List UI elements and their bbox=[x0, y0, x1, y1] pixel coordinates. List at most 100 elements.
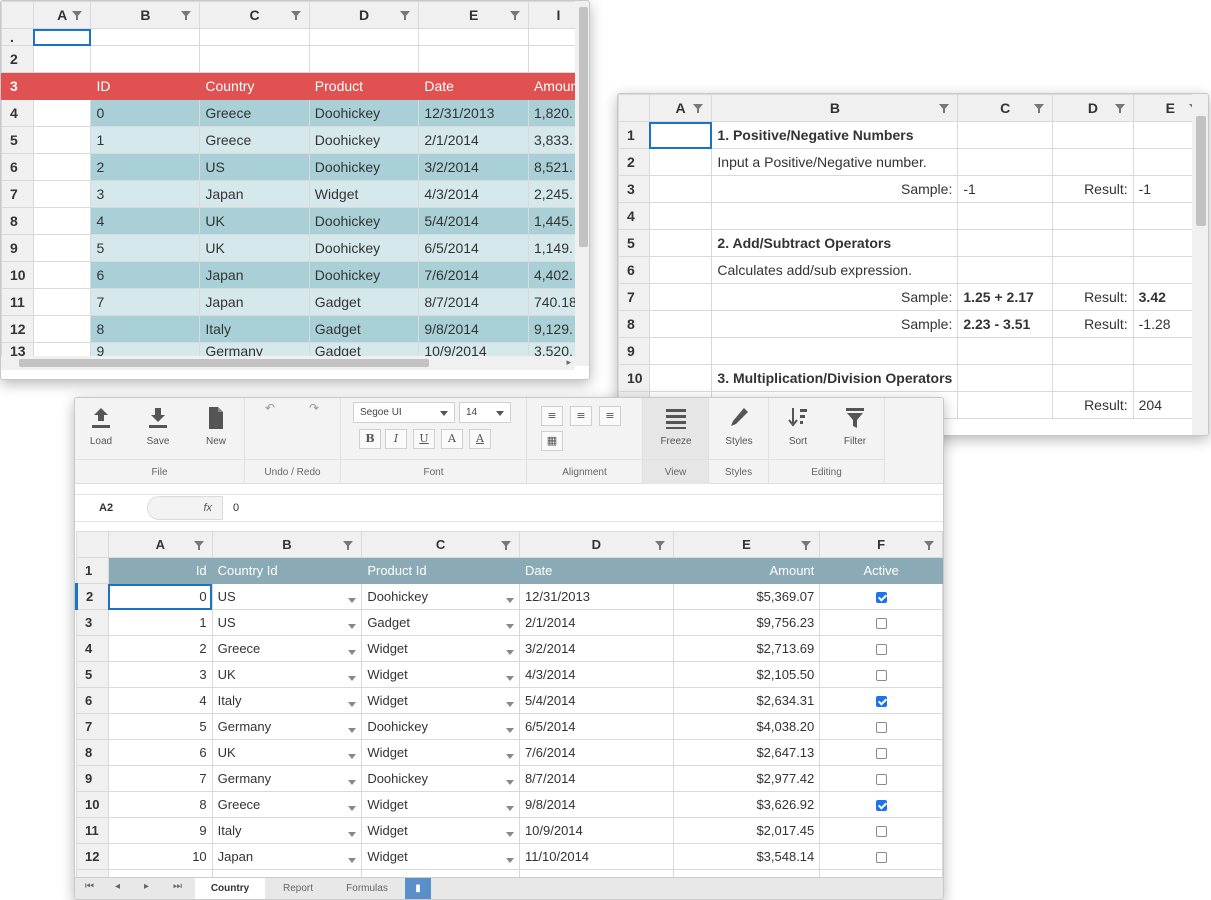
cell[interactable] bbox=[32, 288, 92, 316]
cell-product-dropdown[interactable]: Widget bbox=[361, 843, 520, 870]
cell[interactable]: Doohickey bbox=[308, 207, 420, 235]
cell[interactable]: 7/6/2014 bbox=[418, 261, 529, 289]
active-checkbox[interactable] bbox=[875, 826, 887, 838]
cell[interactable]: Japan bbox=[199, 288, 310, 316]
chevron-down-icon[interactable] bbox=[505, 624, 514, 629]
active-checkbox[interactable] bbox=[875, 670, 887, 682]
italic-button[interactable]: I bbox=[385, 429, 407, 449]
column-header[interactable]: D bbox=[518, 531, 674, 558]
cell-date[interactable]: 7/6/2014 bbox=[518, 739, 674, 766]
active-checkbox[interactable] bbox=[875, 800, 887, 812]
chevron-down-icon[interactable] bbox=[505, 676, 514, 681]
cell-amount[interactable]: $9,756.23 bbox=[672, 609, 821, 636]
active-checkbox[interactable] bbox=[875, 644, 887, 656]
row-header[interactable]: 8 bbox=[1, 207, 34, 235]
row-header[interactable]: 9 bbox=[76, 765, 109, 792]
cell[interactable] bbox=[957, 364, 1054, 392]
cell-country-dropdown[interactable]: Germany bbox=[211, 765, 363, 792]
cell[interactable]: 8/7/2014 bbox=[418, 288, 529, 316]
row-header[interactable]: 12 bbox=[76, 843, 109, 870]
row-header[interactable]: 4 bbox=[76, 635, 109, 662]
cell[interactable]: 8 bbox=[90, 315, 201, 343]
font-name-select[interactable]: Segoe UI bbox=[353, 402, 455, 423]
cell[interactable] bbox=[32, 28, 92, 46]
table-column-header[interactable]: Country Id bbox=[211, 557, 363, 584]
row-header[interactable]: 2 bbox=[1, 45, 34, 73]
cell[interactable] bbox=[648, 337, 713, 365]
cell[interactable]: Gadget bbox=[308, 288, 420, 316]
tab-report[interactable]: Report bbox=[265, 878, 331, 899]
chevron-down-icon[interactable] bbox=[348, 702, 357, 707]
active-checkbox[interactable] bbox=[875, 774, 887, 786]
cell-date[interactable]: 12/31/2013 bbox=[518, 583, 674, 610]
cell-country-dropdown[interactable]: US bbox=[211, 609, 363, 636]
cell-product-dropdown[interactable]: Doohickey bbox=[361, 713, 520, 740]
cell-reference[interactable]: A2 bbox=[75, 495, 147, 521]
cell[interactable]: Greece bbox=[199, 99, 310, 127]
cell[interactable] bbox=[957, 229, 1054, 257]
row-header[interactable]: 4 bbox=[618, 202, 650, 230]
chevron-down-icon[interactable] bbox=[505, 650, 514, 655]
underline-button[interactable]: U bbox=[413, 429, 435, 449]
chevron-down-icon[interactable] bbox=[505, 728, 514, 733]
cell[interactable]: 5/4/2014 bbox=[418, 207, 529, 235]
horizontal-scrollbar[interactable]: ▸ bbox=[1, 356, 575, 370]
table-column-header[interactable]: Id bbox=[107, 557, 213, 584]
column-header[interactable]: F bbox=[819, 531, 943, 558]
column-header[interactable]: B bbox=[90, 1, 201, 29]
row-header[interactable]: 10 bbox=[1, 261, 34, 289]
cell[interactable] bbox=[418, 45, 529, 73]
cell-id[interactable]: 7 bbox=[107, 765, 213, 792]
row-header[interactable]: 7 bbox=[76, 713, 109, 740]
cell-amount[interactable]: $2,017.45 bbox=[672, 817, 821, 844]
vertical-scrollbar[interactable] bbox=[1192, 94, 1208, 435]
cell[interactable] bbox=[32, 99, 92, 127]
row-header[interactable]: 9 bbox=[1, 234, 34, 262]
cell[interactable]: 4 bbox=[90, 207, 201, 235]
cell[interactable]: 9/8/2014 bbox=[418, 315, 529, 343]
cell[interactable]: US bbox=[199, 153, 310, 181]
filter-icon[interactable] bbox=[924, 541, 934, 550]
cell[interactable] bbox=[32, 126, 92, 154]
cell-amount[interactable]: $2,105.50 bbox=[672, 661, 821, 688]
cell[interactable]: 3 bbox=[90, 180, 201, 208]
cell-id[interactable]: 2 bbox=[107, 635, 213, 662]
cell[interactable]: 4/3/2014 bbox=[418, 180, 529, 208]
active-checkbox[interactable] bbox=[875, 592, 887, 604]
cell-country-dropdown[interactable]: Italy bbox=[211, 817, 363, 844]
cell-country-dropdown[interactable]: Greece bbox=[211, 635, 363, 662]
cell[interactable]: 2. Add/Subtract Operators bbox=[711, 229, 959, 257]
table-column-header[interactable]: ID bbox=[90, 72, 201, 100]
font-color-button[interactable]: A bbox=[469, 429, 491, 449]
row-header[interactable]: 2 bbox=[618, 148, 650, 176]
new-button[interactable]: New bbox=[194, 406, 238, 447]
cell-country-dropdown[interactable]: US bbox=[211, 583, 363, 610]
cell[interactable]: Japan bbox=[199, 180, 310, 208]
cell[interactable]: 1 bbox=[90, 126, 201, 154]
cell[interactable] bbox=[1052, 121, 1134, 149]
row-header[interactable]: 3 bbox=[618, 175, 650, 203]
filter-icon[interactable] bbox=[193, 541, 204, 550]
cell[interactable]: Sample: bbox=[711, 283, 959, 311]
cell[interactable]: Japan bbox=[199, 261, 310, 289]
chevron-down-icon[interactable] bbox=[505, 598, 514, 603]
cell[interactable] bbox=[1052, 229, 1134, 257]
row-header[interactable]: . bbox=[1, 28, 34, 46]
cell[interactable] bbox=[648, 175, 713, 203]
add-sheet-icon[interactable]: ▮ bbox=[405, 878, 431, 899]
filter-icon[interactable] bbox=[343, 541, 354, 550]
active-checkbox[interactable] bbox=[875, 748, 887, 760]
filter-button[interactable]: Filter bbox=[833, 406, 877, 447]
cell[interactable] bbox=[32, 261, 92, 289]
cell-id[interactable]: 6 bbox=[107, 739, 213, 766]
cell[interactable]: 6 bbox=[90, 261, 201, 289]
column-header[interactable]: D bbox=[308, 1, 420, 29]
cell-country-dropdown[interactable]: Germany bbox=[211, 713, 363, 740]
row-header[interactable]: 4 bbox=[1, 99, 34, 127]
row-header[interactable]: 7 bbox=[618, 283, 650, 311]
tab-formulas[interactable]: Formulas bbox=[331, 878, 403, 899]
cell[interactable] bbox=[1052, 148, 1134, 176]
cell-id[interactable]: 4 bbox=[107, 687, 213, 714]
column-header[interactable]: E bbox=[418, 1, 529, 29]
chevron-down-icon[interactable] bbox=[505, 780, 514, 785]
